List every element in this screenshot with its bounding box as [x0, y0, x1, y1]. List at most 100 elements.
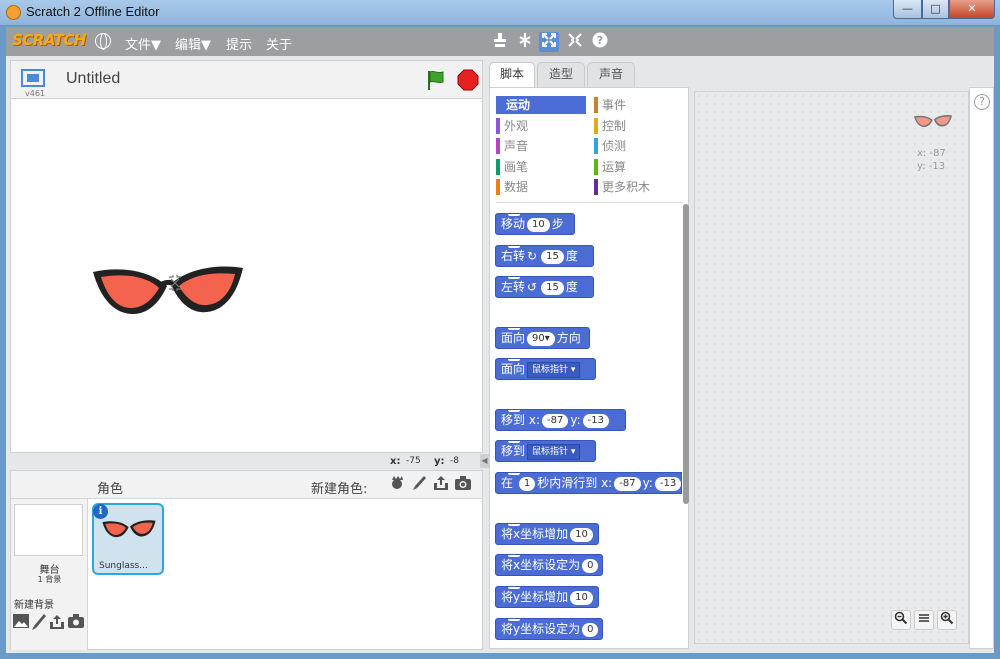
- category-sensing[interactable]: 侦测: [594, 137, 684, 155]
- block-input[interactable]: 10: [570, 527, 593, 542]
- grow-icon[interactable]: [539, 32, 559, 52]
- upload-backdrop-icon[interactable]: [49, 614, 65, 630]
- category-looks[interactable]: 外观: [496, 117, 586, 135]
- zoom-reset-icon[interactable]: [914, 610, 934, 630]
- block-text: 移到: [501, 444, 526, 458]
- upload-sprite-icon[interactable]: [432, 475, 450, 493]
- block-dropdown[interactable]: 鼠标指针 ▾: [527, 361, 581, 378]
- category-sound[interactable]: 声音: [496, 137, 586, 155]
- palette-scrollbar[interactable]: [683, 204, 689, 504]
- block-glide[interactable]: 在 1 秒内滑行到 x: -87 y: -13: [495, 472, 682, 494]
- sunglasses-sprite[interactable]: [89, 264, 247, 324]
- category-color-bar: [594, 138, 598, 154]
- block-text: 将y坐标设定为: [501, 622, 581, 636]
- stop-sign-icon[interactable]: [457, 69, 479, 91]
- camera-icon[interactable]: [454, 475, 472, 493]
- dropdown-value: 鼠标指针: [532, 364, 569, 375]
- backdrop-library-icon[interactable]: [13, 614, 29, 630]
- category-label: 运算: [602, 160, 627, 174]
- block-point-in-direction[interactable]: 面向 90▾ 方向: [495, 327, 590, 349]
- duplicate-stamp-icon[interactable]: [490, 32, 510, 52]
- sprite-pane: 角色 新建角色: 舞台 1 背景 新建背景 i Sunglass...: [10, 470, 483, 650]
- choose-sprite-library-icon[interactable]: [388, 475, 406, 493]
- category-color-bar: [594, 159, 598, 175]
- green-flag-icon[interactable]: [425, 69, 447, 91]
- stage-canvas[interactable]: [10, 98, 483, 453]
- cut-scissors-icon[interactable]: [515, 32, 535, 52]
- menu-file[interactable]: 文件▼: [125, 34, 161, 53]
- block-set-x[interactable]: 将x坐标设定为 0: [495, 554, 603, 576]
- editor-main: v461 Untitled ◀ x: -75 y: -8 角色 新建角色: 舞台…: [6, 56, 994, 653]
- camera-backdrop-icon[interactable]: [68, 614, 84, 630]
- tab-sounds[interactable]: 声音: [587, 62, 635, 87]
- category-control[interactable]: 控制: [594, 117, 684, 135]
- new-sprite-label: 新建角色:: [311, 482, 368, 497]
- help-icon[interactable]: ?: [590, 32, 610, 52]
- block-turn-right[interactable]: 右转 ↻ 15 度: [495, 245, 594, 267]
- block-point-towards[interactable]: 面向 鼠标指针 ▾: [495, 358, 596, 380]
- close-button[interactable]: ✕: [949, 0, 995, 19]
- language-globe-icon[interactable]: [95, 33, 111, 50]
- scratch-logo[interactable]: SCRATCH: [12, 31, 86, 49]
- category-color-bar: [594, 97, 598, 113]
- block-set-y[interactable]: 将y坐标设定为 0: [495, 618, 603, 640]
- block-text: 在: [501, 476, 514, 490]
- script-area[interactable]: x: -87 y: -13: [694, 91, 969, 644]
- block-text: 移到: [501, 413, 526, 427]
- block-input[interactable]: 15: [541, 249, 564, 264]
- block-input[interactable]: 10: [570, 590, 593, 605]
- category-motion[interactable]: 运动: [496, 96, 586, 114]
- project-title[interactable]: Untitled: [66, 70, 120, 88]
- category-color-bar: [496, 138, 500, 154]
- category-events[interactable]: 事件: [594, 96, 684, 114]
- category-data[interactable]: 数据: [496, 178, 586, 196]
- block-move-steps[interactable]: 移动 10 步: [495, 213, 575, 235]
- zoom-out-icon[interactable]: [891, 610, 911, 630]
- block-input[interactable]: -13: [654, 476, 681, 491]
- block-text: 步: [551, 217, 564, 231]
- block-input[interactable]: -87: [542, 413, 569, 428]
- menu-edit[interactable]: 编辑▼: [175, 34, 211, 53]
- block-text: x:: [601, 476, 613, 490]
- block-input[interactable]: -13: [582, 413, 609, 428]
- block-input[interactable]: 0: [582, 622, 599, 637]
- block-go-to-xy[interactable]: 移到 x: -87 y: -13: [495, 409, 626, 431]
- block-input[interactable]: -87: [614, 476, 641, 491]
- window-title: Scratch 2 Offline Editor: [26, 4, 160, 19]
- category-color-bar: [594, 118, 598, 134]
- menu-tips[interactable]: 提示: [226, 34, 252, 53]
- help-sidebar: ?: [969, 87, 994, 649]
- info-icon[interactable]: i: [93, 504, 108, 519]
- stage-thumbnail[interactable]: [14, 504, 83, 556]
- menu-about[interactable]: 关于: [266, 34, 292, 53]
- block-help-icon[interactable]: ?: [974, 94, 990, 110]
- block-change-x[interactable]: 将x坐标增加 10: [495, 523, 599, 545]
- tab-scripts[interactable]: 脚本: [489, 62, 535, 88]
- paint-brush-icon[interactable]: [410, 475, 428, 493]
- tab-costumes[interactable]: 造型: [537, 62, 585, 87]
- category-more-blocks[interactable]: 更多积木: [594, 178, 684, 196]
- minimize-button[interactable]: —: [893, 0, 922, 19]
- help-glyph: ?: [597, 34, 603, 47]
- paint-backdrop-icon[interactable]: [31, 614, 47, 630]
- block-input[interactable]: 10: [527, 217, 550, 232]
- shrink-icon[interactable]: [565, 32, 585, 52]
- category-label: 外观: [504, 119, 529, 133]
- block-input[interactable]: 1: [518, 476, 536, 491]
- category-operators[interactable]: 运算: [594, 158, 684, 176]
- mouse-x-label: x:: [390, 456, 401, 467]
- block-change-y[interactable]: 将y坐标增加 10: [495, 586, 599, 608]
- fullscreen-icon[interactable]: [21, 69, 45, 87]
- block-turn-left[interactable]: 左转 ↺ 15 度: [495, 276, 594, 298]
- block-input[interactable]: 15: [541, 280, 564, 295]
- sprite-tile[interactable]: i Sunglass...: [92, 503, 164, 575]
- block-text: 度: [565, 280, 578, 294]
- block-input[interactable]: 0: [582, 558, 599, 573]
- block-go-to[interactable]: 移到 鼠标指针 ▾: [495, 440, 596, 462]
- category-label: 运动: [506, 98, 531, 112]
- zoom-in-icon[interactable]: [937, 610, 957, 630]
- category-pen[interactable]: 画笔: [496, 158, 586, 176]
- maximize-button[interactable]: □: [922, 0, 949, 19]
- block-dropdown[interactable]: 鼠标指针 ▾: [527, 443, 581, 460]
- block-input[interactable]: 90▾: [527, 331, 555, 346]
